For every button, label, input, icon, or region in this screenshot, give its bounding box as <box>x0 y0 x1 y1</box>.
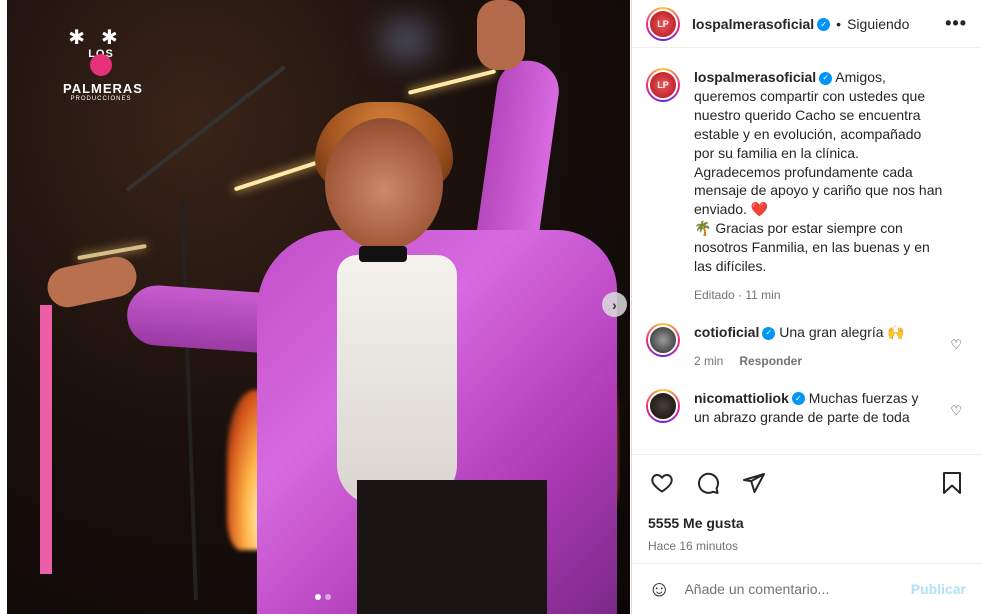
performer-pants <box>357 480 547 614</box>
send-icon <box>743 473 765 493</box>
separator: • <box>836 15 842 32</box>
share-button[interactable] <box>740 469 768 497</box>
caption-body: Amigos, queremos compartir con ustedes q… <box>694 69 943 218</box>
edited-timestamp: Editado · 11 min <box>694 287 781 302</box>
next-slide-button[interactable]: › <box>602 292 627 317</box>
stage-light <box>387 30 427 50</box>
brand-emblem <box>90 54 112 76</box>
comment-item: nicomattioliok ✓ Muchas fuerzas y un abra… <box>646 388 968 427</box>
carousel-dots <box>315 594 331 600</box>
following-button[interactable]: Siguiendo <box>847 16 909 32</box>
comment-meta: 2 min Responder <box>694 352 934 371</box>
performer-hand <box>477 0 525 70</box>
avatar-image <box>648 390 678 421</box>
carousel-dot <box>325 594 331 600</box>
brand-logo: ✱✱ LOS PALMERAS PRODUCCIONES <box>63 27 143 108</box>
mic-stand <box>180 200 198 600</box>
avatar[interactable]: LP <box>646 68 680 102</box>
brand-name: PALMERAS <box>63 81 143 96</box>
accent-bar <box>40 305 52 574</box>
like-comment-icon[interactable]: ♡ <box>950 403 962 419</box>
publish-button[interactable]: Publicar <box>911 581 966 597</box>
comment-time: 2 min <box>694 353 724 368</box>
verified-icon: ✓ <box>817 18 831 32</box>
mic-boom <box>125 65 286 192</box>
avatar[interactable]: LP <box>646 6 680 41</box>
caption-meta: Editado · 11 min <box>694 286 944 305</box>
bookmark-icon <box>943 472 961 494</box>
emoji-icon[interactable]: ☺ <box>648 576 670 602</box>
comment-icon <box>698 472 719 494</box>
performer-hand <box>43 253 141 311</box>
performer-shirt <box>337 255 457 505</box>
avatar[interactable] <box>646 388 680 423</box>
post-media[interactable]: ✱✱ LOS PALMERAS PRODUCCIONES › <box>7 0 630 614</box>
palm-emoji: 🌴 <box>694 220 712 237</box>
more-options-icon[interactable]: ••• <box>945 13 967 34</box>
caption-text: lospalmerasoficial ✓ Amigos, queremos com… <box>694 68 944 276</box>
brand-subtitle: PRODUCCIONES <box>70 96 132 102</box>
avatar-image: LP <box>648 70 678 100</box>
comment-item: cotioficial ✓ Una gran alegría 🙌 2 min Re… <box>646 322 968 371</box>
like-button[interactable] <box>648 469 676 497</box>
caption-username[interactable]: lospalmerasoficial <box>694 69 816 85</box>
comment-username[interactable]: nicomattioliok <box>694 390 789 406</box>
avatar-image: LP <box>648 8 678 39</box>
post-side-panel: LP lospalmerasoficial ✓ • Siguiendo ••• L… <box>631 0 982 614</box>
palm-icon: ✱✱ <box>68 27 134 49</box>
post-actions: 5555 Me gusta Hace 16 minutos <box>632 454 982 553</box>
verified-icon: ✓ <box>791 392 805 406</box>
reply-button[interactable]: Responder <box>739 352 802 371</box>
caption: LP lospalmerasoficial ✓ Amigos, queremos … <box>646 68 968 305</box>
like-comment-icon[interactable]: ♡ <box>950 337 962 353</box>
verified-icon: ✓ <box>819 71 833 85</box>
comments-list[interactable]: LP lospalmerasoficial ✓ Amigos, queremos … <box>632 56 982 454</box>
avatar-image <box>648 324 678 355</box>
verified-icon: ✓ <box>762 326 776 340</box>
comment-username[interactable]: cotioficial <box>694 324 759 340</box>
post-timestamp: Hace 16 minutos <box>648 539 739 553</box>
chevron-right-icon: › <box>612 296 617 313</box>
add-comment-bar: ☺ Publicar <box>632 563 982 614</box>
comment-text: Una gran alegría 🙌 <box>779 323 905 340</box>
post-header: LP lospalmerasoficial ✓ • Siguiendo ••• <box>632 0 981 48</box>
carousel-dot <box>315 594 321 600</box>
stage-light-strip <box>407 69 497 95</box>
save-button[interactable] <box>938 469 966 497</box>
likes-count[interactable]: 5555 Me gusta <box>648 515 966 531</box>
header-username[interactable]: lospalmerasoficial ✓ <box>692 16 831 32</box>
avatar[interactable] <box>646 322 680 357</box>
heart-icon <box>651 474 673 493</box>
username-text[interactable]: lospalmerasoficial <box>692 16 814 32</box>
heart-emoji: ❤️ <box>750 201 769 218</box>
performer-head <box>325 118 443 250</box>
comment-button[interactable] <box>694 469 722 497</box>
bowtie <box>359 246 407 262</box>
caption-hashtag[interactable]: Fanmilia <box>752 239 805 255</box>
comment-input[interactable] <box>684 581 885 597</box>
